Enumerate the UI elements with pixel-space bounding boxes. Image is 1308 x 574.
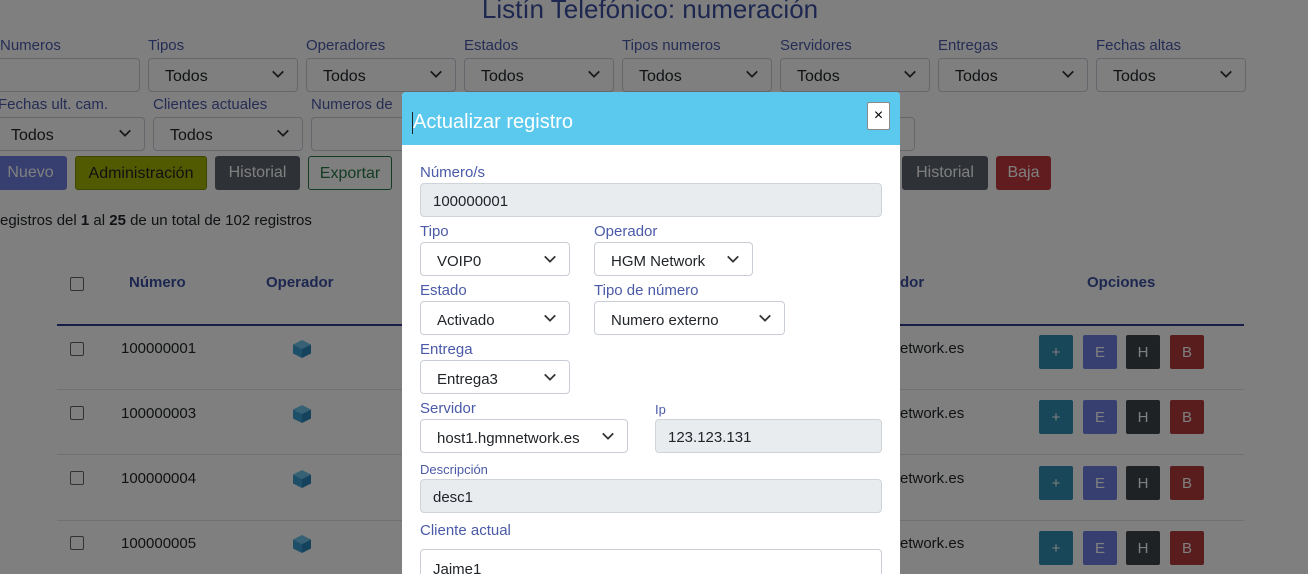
tipo-select[interactable]: VOIP0 — [420, 242, 570, 276]
numeros-field: 100000001 — [420, 183, 882, 217]
select-value: HGM Network — [611, 253, 706, 270]
chevron-down-icon — [544, 314, 556, 322]
servidor-label: Servidor — [420, 400, 476, 417]
servidor-select[interactable]: host1.hgmnetwork.es — [420, 419, 628, 453]
update-record-modal: Actualizar registro × Número/s 100000001… — [402, 92, 900, 574]
cliente-label: Cliente actual — [420, 522, 511, 539]
operador-label: Operador — [594, 223, 658, 240]
chevron-down-icon — [544, 373, 556, 381]
select-value: Numero externo — [611, 312, 719, 329]
close-button[interactable]: × — [867, 102, 890, 130]
modal-header: Actualizar registro × — [402, 92, 900, 145]
chevron-down-icon — [759, 314, 771, 322]
select-value: VOIP0 — [437, 253, 482, 270]
select-value: Entrega3 — [437, 371, 498, 388]
estado-label: Estado — [420, 282, 467, 299]
operador-select[interactable]: HGM Network — [594, 242, 753, 276]
tipo-numero-select[interactable]: Numero externo — [594, 301, 785, 335]
chevron-down-icon — [544, 255, 556, 263]
chevron-down-icon — [727, 255, 739, 263]
ip-field: 123.123.131 — [655, 419, 882, 453]
chevron-down-icon — [602, 432, 614, 440]
tipo-numero-label: Tipo de número — [594, 282, 699, 299]
numeros-label: Número/s — [420, 164, 486, 181]
tipo-label: Tipo — [420, 223, 449, 240]
ip-label: Ip — [655, 402, 666, 417]
select-value: Activado — [437, 312, 495, 329]
select-value: host1.hgmnetwork.es — [437, 430, 580, 447]
estado-select[interactable]: Activado — [420, 301, 570, 335]
descripcion-field: desc1 — [420, 479, 882, 513]
entrega-label: Entrega — [420, 341, 473, 358]
modal-title: Actualizar registro — [412, 111, 573, 134]
modal-title-text: Actualizar registro — [413, 111, 574, 133]
cliente-input[interactable]: Jaime1 — [420, 549, 882, 574]
entrega-select[interactable]: Entrega3 — [420, 360, 570, 394]
descripcion-label: Descripción — [420, 462, 488, 477]
